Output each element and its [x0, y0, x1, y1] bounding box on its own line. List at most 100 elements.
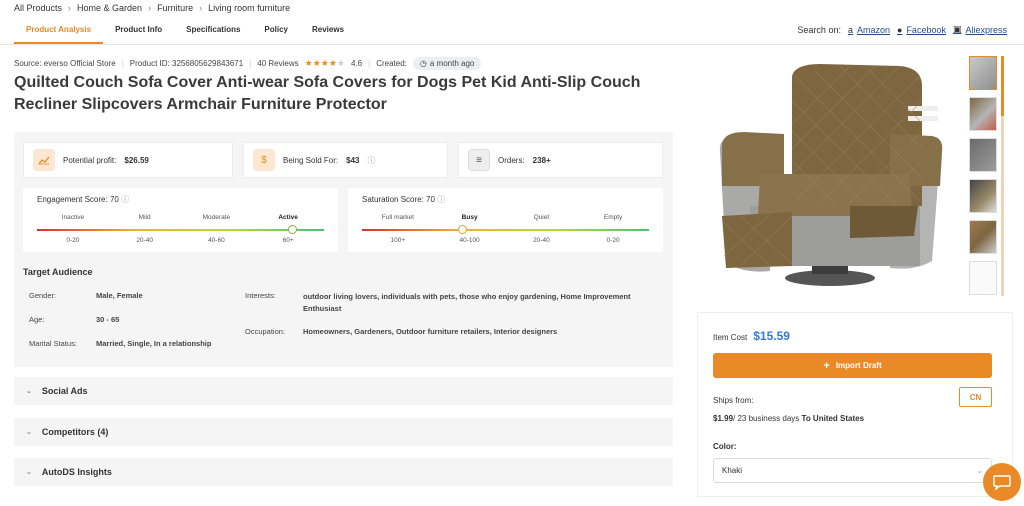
- ships-from-cn-button[interactable]: CN: [959, 387, 992, 407]
- divider: |: [121, 59, 124, 68]
- breadcrumb-living-room[interactable]: Living room furniture: [208, 3, 290, 13]
- facebook-link[interactable]: ● Facebook: [897, 25, 946, 35]
- source: Source: everso Official Store: [14, 59, 116, 68]
- sold-for-card: $ Being Sold For: $43 ⓘ: [243, 142, 448, 178]
- breadcrumb-all-products[interactable]: All Products: [14, 3, 62, 13]
- saturation-level: Quiet: [533, 214, 550, 221]
- engagement-gradient-bar: [37, 225, 324, 234]
- accordion-competitors[interactable]: ⌄ Competitors (4): [14, 418, 673, 446]
- engagement-level: Moderate: [202, 214, 231, 221]
- thumbnail-image[interactable]: [969, 261, 997, 295]
- orders-value: 238+: [532, 155, 551, 165]
- interests-label: Interests:: [245, 291, 276, 300]
- info-icon[interactable]: ⓘ: [368, 155, 376, 166]
- divider: |: [249, 59, 252, 68]
- orders-card: ≡ Orders: 238+: [458, 142, 663, 178]
- item-cost-price: $15.59: [753, 329, 790, 343]
- created-value: a month ago: [429, 59, 475, 68]
- chat-bubble-icon: [993, 475, 1011, 490]
- thumbnail-strip: [969, 56, 999, 302]
- accordion-autods-insights[interactable]: ⌄ AutoDS Insights: [14, 458, 673, 486]
- saturation-level-active: Busy: [461, 214, 478, 221]
- product-title: Quilted Couch Sofa Cover Anti-wear Sofa …: [14, 74, 641, 113]
- engagement-marker: [288, 225, 298, 234]
- chevron-down-icon: ⌄: [26, 429, 32, 436]
- accordion-label: Competitors (4): [41, 427, 109, 437]
- chevron-right-icon: ›: [199, 3, 203, 13]
- product-meta: Source: everso Official Store | Product …: [14, 57, 482, 70]
- saturation-score: Saturation Score: 70 ⓘ Full market Busy …: [348, 188, 663, 252]
- facebook-link-label: Facebook: [906, 24, 946, 35]
- thumbnail-image[interactable]: [969, 56, 997, 90]
- saturation-level: Empty: [603, 214, 623, 221]
- info-icon[interactable]: ⓘ: [437, 195, 445, 204]
- created-label: Created:: [376, 59, 407, 68]
- thumbnail-image[interactable]: [969, 220, 997, 254]
- facebook-icon: ●: [897, 24, 903, 35]
- item-cost: Item Cost $15.59: [713, 329, 790, 343]
- created-chip: ◷ a month ago: [412, 57, 482, 70]
- profit-card: Potential profit: $26.59: [23, 142, 233, 178]
- chevron-down-icon: ⌄: [26, 388, 32, 395]
- product-main-image[interactable]: [700, 56, 960, 291]
- engagement-label: Engagement Score: 70 ⓘ: [37, 194, 129, 205]
- thumbnail-image[interactable]: [969, 97, 997, 131]
- engagement-label-text: Engagement Score:: [37, 195, 108, 204]
- breadcrumb-home-garden[interactable]: Home & Garden: [77, 3, 142, 13]
- tab-bar: Product Analysis Product Info Specificat…: [14, 22, 356, 44]
- engagement-level: Mild: [138, 214, 151, 221]
- orders-label: Orders:: [498, 155, 525, 165]
- divider: |: [368, 59, 371, 68]
- review-count[interactable]: 40 Reviews: [257, 59, 298, 68]
- search-on: Search on: a Amazon ● Facebook ▣ Aliexpr…: [797, 24, 1007, 35]
- product-id: Product ID: 3256805629843671: [129, 59, 244, 68]
- rating-value: 4.6: [351, 59, 363, 68]
- chevron-down-icon: ⌄: [26, 469, 32, 476]
- saturation-marker: [458, 225, 468, 234]
- tab-reviews[interactable]: Reviews: [300, 22, 356, 44]
- age-value: 30 - 65: [96, 315, 120, 324]
- marital-value: Married, Single, In a relationship: [96, 339, 212, 348]
- saturation-range: 100+: [390, 237, 406, 244]
- accordion-social-ads[interactable]: ⌄ Social Ads: [14, 377, 673, 405]
- thumbnail-image[interactable]: [969, 179, 997, 213]
- import-draft-label: Import Draft: [835, 361, 882, 370]
- tab-product-info[interactable]: Product Info: [103, 22, 174, 44]
- ships-from-label: Ships from:: [713, 396, 754, 405]
- tab-policy[interactable]: Policy: [252, 22, 300, 44]
- tabs-divider: [0, 44, 1024, 45]
- engagement-range: 20-40: [136, 237, 153, 244]
- tab-specifications[interactable]: Specifications: [174, 22, 252, 44]
- occupation-label: Occupation:: [245, 327, 286, 336]
- gender-value: Male, Female: [96, 291, 143, 300]
- aliexpress-link-label: Aliexpress: [965, 24, 1007, 35]
- thumbnail-scrollbar[interactable]: [1001, 56, 1004, 296]
- chat-button[interactable]: [983, 463, 1021, 501]
- breadcrumb-furniture[interactable]: Furniture: [157, 3, 193, 13]
- engagement-level: Inactive: [61, 214, 85, 221]
- color-select[interactable]: Khaki ⌄: [713, 458, 992, 483]
- target-audience-title: Target Audience: [23, 267, 93, 277]
- saturation-label: Saturation Score: 70 ⓘ: [362, 194, 445, 205]
- chevron-right-icon: ›: [148, 3, 152, 13]
- engagement-value: 70: [109, 195, 119, 204]
- plus-icon: +: [823, 359, 830, 372]
- tab-product-analysis[interactable]: Product Analysis: [14, 22, 104, 44]
- engagement-range: 60+: [282, 237, 294, 244]
- sold-value: $43: [346, 155, 360, 165]
- amazon-link[interactable]: a Amazon: [848, 25, 890, 35]
- engagement-range: 40-60: [208, 237, 225, 244]
- sold-label: Being Sold For:: [283, 155, 339, 165]
- shipping-info: $1.99/ 23 business days To United States: [713, 414, 864, 423]
- analysis-panel: Potential profit: $26.59 $ Being Sold Fo…: [14, 132, 673, 367]
- profit-value: $26.59: [124, 155, 149, 165]
- saturation-range: 0-20: [606, 237, 620, 244]
- thumbnail-image[interactable]: [969, 138, 997, 172]
- import-draft-button[interactable]: + Import Draft: [713, 353, 992, 378]
- engagement-level-active: Active: [278, 214, 298, 221]
- color-label: Color:: [713, 442, 737, 451]
- aliexpress-link[interactable]: ▣ Aliexpress: [953, 24, 1007, 35]
- interests-value: outdoor living lovers, individuals with …: [303, 292, 631, 313]
- info-icon[interactable]: ⓘ: [121, 195, 129, 204]
- receipt-icon: ≡: [468, 149, 490, 171]
